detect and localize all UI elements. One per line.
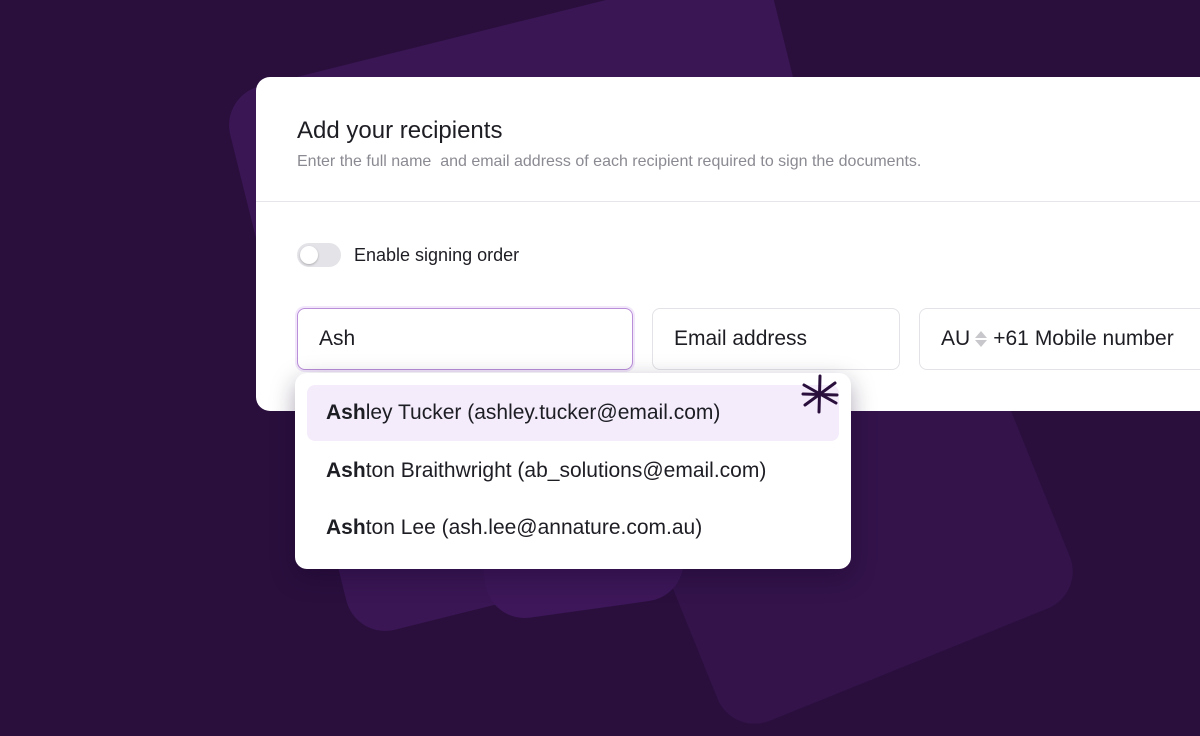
card-title: Add your recipients — [297, 117, 503, 144]
toggle-knob — [300, 246, 318, 264]
suggestion-text: ton Lee (ash.lee@annature.com.au) — [365, 516, 703, 539]
mobile-number-input[interactable] — [1034, 327, 1200, 351]
country-code: AU — [941, 327, 971, 350]
country-select[interactable]: AU +61 — [941, 327, 1029, 351]
name-field[interactable] — [297, 308, 633, 370]
signing-order-toggle[interactable] — [297, 243, 341, 267]
dial-prefix: +61 — [993, 327, 1029, 350]
signing-order-row: Enable signing order — [297, 243, 519, 267]
recipient-suggestions-dropdown: Ash ley Tucker (ashley.tucker@email.com) … — [295, 373, 851, 569]
phone-field[interactable]: AU +61 — [919, 308, 1200, 370]
suggestion-item[interactable]: Ash ton Braithwright (ab_solutions@email.… — [307, 443, 839, 499]
match-text: Ash — [326, 401, 366, 424]
divider — [256, 201, 1200, 202]
suggestion-text: ley Tucker (ashley.tucker@email.com) — [365, 401, 721, 424]
card-subtitle: Enter the full name and email address of… — [297, 153, 922, 170]
sparkle-icon — [801, 374, 839, 414]
match-text: Ash — [326, 459, 366, 482]
match-text: Ash — [326, 516, 366, 539]
suggestion-item[interactable]: Ash ley Tucker (ashley.tucker@email.com) — [307, 385, 839, 441]
name-input[interactable] — [319, 327, 632, 351]
recipients-card: Add your recipients Enter the full name … — [256, 77, 1200, 411]
email-field[interactable] — [652, 308, 900, 370]
email-input[interactable] — [674, 327, 899, 351]
suggestion-text: ton Braithwright (ab_solutions@email.com… — [365, 459, 767, 482]
suggestion-item[interactable]: Ash ton Lee (ash.lee@annature.com.au) — [307, 500, 839, 556]
updown-arrows-icon — [975, 331, 988, 347]
signing-order-label: Enable signing order — [354, 244, 520, 265]
